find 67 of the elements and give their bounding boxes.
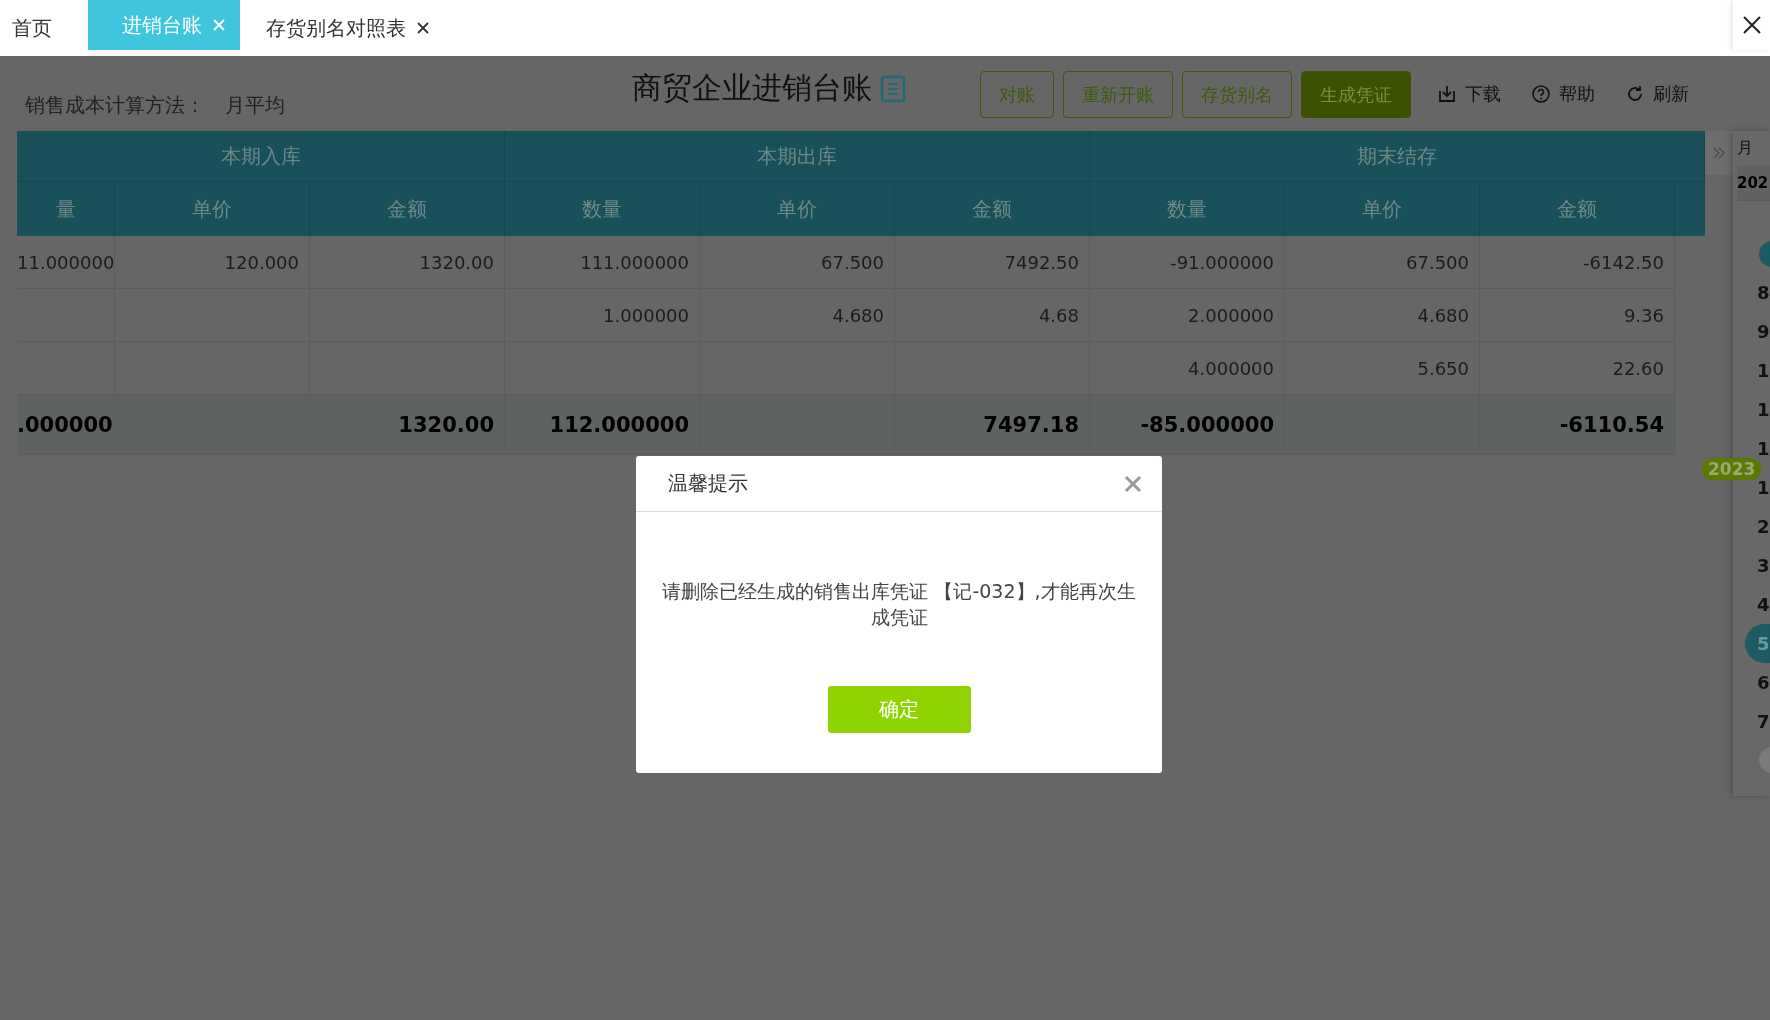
column-header: 金额: [1480, 182, 1675, 236]
total-cell: 1320.00: [310, 395, 505, 455]
table-cell: 67.500: [1285, 236, 1480, 289]
table-cell: 4.680: [1285, 289, 1480, 342]
close-icon[interactable]: [1742, 16, 1761, 34]
table-cell: 1320.00: [310, 236, 505, 289]
column-header: 金额: [310, 182, 505, 236]
month-item[interactable]: 3: [1757, 546, 1770, 585]
column-header: 单价: [700, 182, 895, 236]
total-cell: .000000: [17, 395, 115, 455]
year-label: 202: [1737, 166, 1770, 201]
month-item[interactable]: 9: [1757, 312, 1770, 351]
month-item[interactable]: 8: [1757, 273, 1770, 312]
toolbar-link[interactable]: 刷新: [1625, 78, 1689, 110]
column-group-header: 本期入库: [17, 131, 505, 182]
total-cell: -85.000000: [1090, 395, 1285, 455]
window-close-button[interactable]: [1733, 0, 1770, 50]
month-item[interactable]: 2: [1757, 507, 1770, 546]
column-header: 单价: [1285, 182, 1480, 236]
download-icon[interactable]: [1437, 84, 1457, 104]
table-cell: 120.000: [115, 236, 310, 289]
column-header: 数量: [505, 182, 700, 236]
double-chevron-icon[interactable]: [1712, 146, 1726, 160]
year-badge: 2023: [1702, 458, 1762, 480]
table-cell: 4.68: [895, 289, 1090, 342]
toolbar-link[interactable]: 下载: [1437, 78, 1501, 110]
dialog-title: 温馨提示: [668, 470, 748, 497]
column-header: 金额: [895, 182, 1090, 236]
help-icon[interactable]: [1531, 84, 1551, 104]
column-group-header: 期末结存: [1090, 131, 1705, 182]
table-cell: 2.000000: [1090, 289, 1285, 342]
panel-header: 月: [1737, 137, 1753, 159]
month-item[interactable]: 4: [1757, 585, 1770, 624]
header-background: [1675, 182, 1705, 236]
confirm-button[interactable]: 确定: [827, 686, 971, 733]
table-cell: 1.000000: [505, 289, 700, 342]
column-header: 量: [17, 182, 115, 236]
toolbar-button[interactable]: 生成凭证: [1301, 71, 1411, 118]
close-icon[interactable]: [416, 21, 430, 35]
table-cell: 111.000000: [505, 236, 700, 289]
toolbar-link[interactable]: 帮助: [1531, 78, 1595, 110]
table-cell: 4.680: [700, 289, 895, 342]
table-cell: 11.000000: [17, 236, 115, 289]
table-cell: 9.36: [1480, 289, 1675, 342]
month-item[interactable]: 5: [1745, 624, 1770, 663]
tab[interactable]: 进销台账: [88, 0, 240, 50]
column-header: 数量: [1090, 182, 1285, 236]
table-cell: -91.000000: [1090, 236, 1285, 289]
column-group-header: 本期出库: [505, 131, 1090, 182]
month-item[interactable]: 1: [1757, 390, 1770, 429]
tab[interactable]: 首页: [0, 0, 76, 56]
dialog-message: 请删除已经生成的销售出库凭证 【记-032】,才能再次生成凭证: [661, 579, 1137, 630]
table-cell: -6142.50: [1480, 236, 1675, 289]
month-item[interactable]: 6: [1757, 663, 1770, 702]
refresh-icon[interactable]: [1625, 84, 1645, 104]
total-cell: 112.000000: [505, 395, 700, 455]
table-cell: 7492.50: [895, 236, 1090, 289]
page-title: 商贸企业进销台账: [632, 69, 872, 107]
field-label: 销售成本计算方法：: [25, 92, 205, 119]
month-item[interactable]: 7: [1757, 702, 1770, 741]
total-cell: -6110.54: [1480, 395, 1675, 455]
tab[interactable]: 存货别名对照表: [254, 0, 454, 56]
table-cell: 67.500: [700, 236, 895, 289]
column-header: 单价: [115, 182, 310, 236]
month-item[interactable]: 1: [1757, 351, 1770, 390]
field-value: 月平均: [225, 92, 285, 119]
total-cell: 7497.18: [895, 395, 1090, 455]
